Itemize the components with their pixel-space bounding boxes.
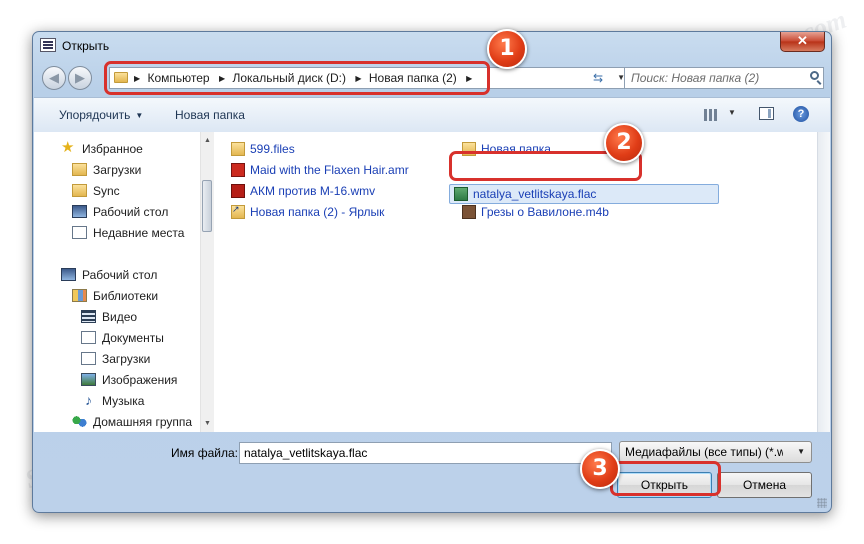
sidebar-item-label: Документы: [102, 331, 164, 345]
search-box[interactable]: Поиск: Новая папка (2): [624, 67, 824, 89]
open-file-dialog: Открыть ✕ ◀ ▶ ▶ Компьютер ▶ Локальный ди…: [32, 31, 832, 513]
scroll-up-icon[interactable]: ▲: [201, 134, 214, 147]
images-icon: [81, 373, 96, 386]
organize-button[interactable]: Упорядочить ▼: [59, 108, 143, 122]
sidebar-item-label: Sync: [93, 184, 120, 198]
shortcut-icon: [231, 204, 245, 219]
sidebar-item-label: Загрузки: [102, 352, 151, 366]
documents-icon: [81, 331, 96, 344]
title-bar[interactable]: Открыть ✕: [33, 32, 831, 60]
command-toolbar: Упорядочить ▼ Новая папка ▼ ?: [34, 97, 830, 133]
filename-input[interactable]: natalya_vetlitskaya.flac: [239, 442, 612, 464]
file-name: natalya_vetlitskaya.flac: [473, 187, 597, 201]
sidebar-item-label: Музыка: [102, 394, 145, 408]
back-button[interactable]: ◀: [42, 66, 66, 90]
m4b-file-icon: [462, 205, 476, 219]
sidebar-item-label: Видео: [102, 310, 138, 324]
app-icon: [40, 38, 56, 52]
chevron-down-icon[interactable]: ▼: [728, 108, 736, 117]
file-name: Новая папка (2) - Ярлык: [250, 205, 385, 219]
refresh-icon[interactable]: ⇆: [587, 67, 609, 89]
file-type-value: Медиафайлы (все типы) (*.wn: [625, 445, 783, 459]
sidebar-item-label: Избранное: [82, 142, 143, 156]
downloads-folder-icon: [72, 163, 87, 176]
window-title: Открыть: [62, 39, 110, 53]
filename-value: natalya_vetlitskaya.flac: [244, 446, 368, 460]
organize-label: Упорядочить: [59, 108, 131, 122]
sidebar-item-label: Загрузки: [93, 163, 142, 177]
libraries-icon: [72, 289, 87, 302]
cancel-button[interactable]: Отмена: [717, 472, 812, 498]
star-icon: ★: [61, 139, 75, 156]
chevron-down-icon: ▼: [797, 447, 805, 456]
desktop-icon: [72, 205, 87, 218]
search-input[interactable]: Поиск: Новая папка (2): [631, 71, 759, 85]
forward-button[interactable]: ▶: [68, 66, 92, 90]
amr-file-icon: [231, 163, 245, 177]
sidebar-item-label: Недавние места: [93, 226, 185, 240]
annotation-highlight-address: [104, 61, 490, 95]
views-icon[interactable]: [704, 109, 718, 121]
video-icon: [81, 310, 96, 323]
sidebar-item-label: Рабочий стол: [93, 205, 169, 219]
desktop-icon: [61, 268, 76, 281]
filename-label: Имя файла:: [171, 446, 238, 460]
help-icon[interactable]: ?: [793, 106, 809, 122]
file-list-scrollbar[interactable]: [817, 132, 830, 432]
folder-icon: [72, 184, 87, 197]
file-type-select[interactable]: Медиафайлы (все типы) (*.wn ▼: [619, 441, 812, 463]
preview-pane-icon[interactable]: [759, 107, 774, 120]
file-name: Грезы о Вавилоне.m4b: [481, 205, 609, 219]
search-icon[interactable]: [810, 71, 819, 80]
file-name: АКМ против М-16.wmv: [250, 184, 376, 198]
step-badge-3: 3: [580, 449, 620, 489]
sidebar-item-label: Изображения: [102, 373, 178, 387]
scroll-down-icon[interactable]: ▼: [201, 417, 214, 430]
sidebar-item-label: Библиотеки: [93, 289, 159, 303]
content-area: ★ Избранное Загрузки Sync Рабочий стол Н…: [34, 132, 830, 432]
folder-icon: [231, 142, 245, 156]
flac-file-icon: [454, 187, 468, 201]
file-name: 599.files: [250, 142, 295, 156]
chevron-down-icon: ▼: [135, 111, 144, 120]
sidebar-item-label: Домашняя группа: [93, 415, 193, 429]
scrollbar-thumb[interactable]: [202, 180, 212, 232]
step-badge-1: 1: [487, 29, 527, 69]
file-name: Maid with the Flaxen Hair.amr: [250, 163, 409, 177]
music-icon: ♪: [85, 392, 92, 408]
recent-places-icon: [72, 226, 87, 239]
homegroup-icon: [72, 415, 87, 428]
annotation-highlight-open-button: [610, 461, 721, 496]
new-folder-button[interactable]: Новая папка: [175, 108, 245, 122]
navigation-pane: ★ Избранное Загрузки Sync Рабочий стол Н…: [34, 132, 214, 432]
sidebar-scrollbar[interactable]: ▲ ▼: [200, 132, 214, 432]
sidebar-item-label: Рабочий стол: [82, 268, 158, 282]
close-button[interactable]: ✕: [780, 32, 825, 52]
downloads-icon: [81, 352, 96, 365]
step-badge-2: 2: [604, 123, 644, 163]
wmv-file-icon: [231, 184, 245, 198]
resize-grip[interactable]: [817, 498, 827, 508]
